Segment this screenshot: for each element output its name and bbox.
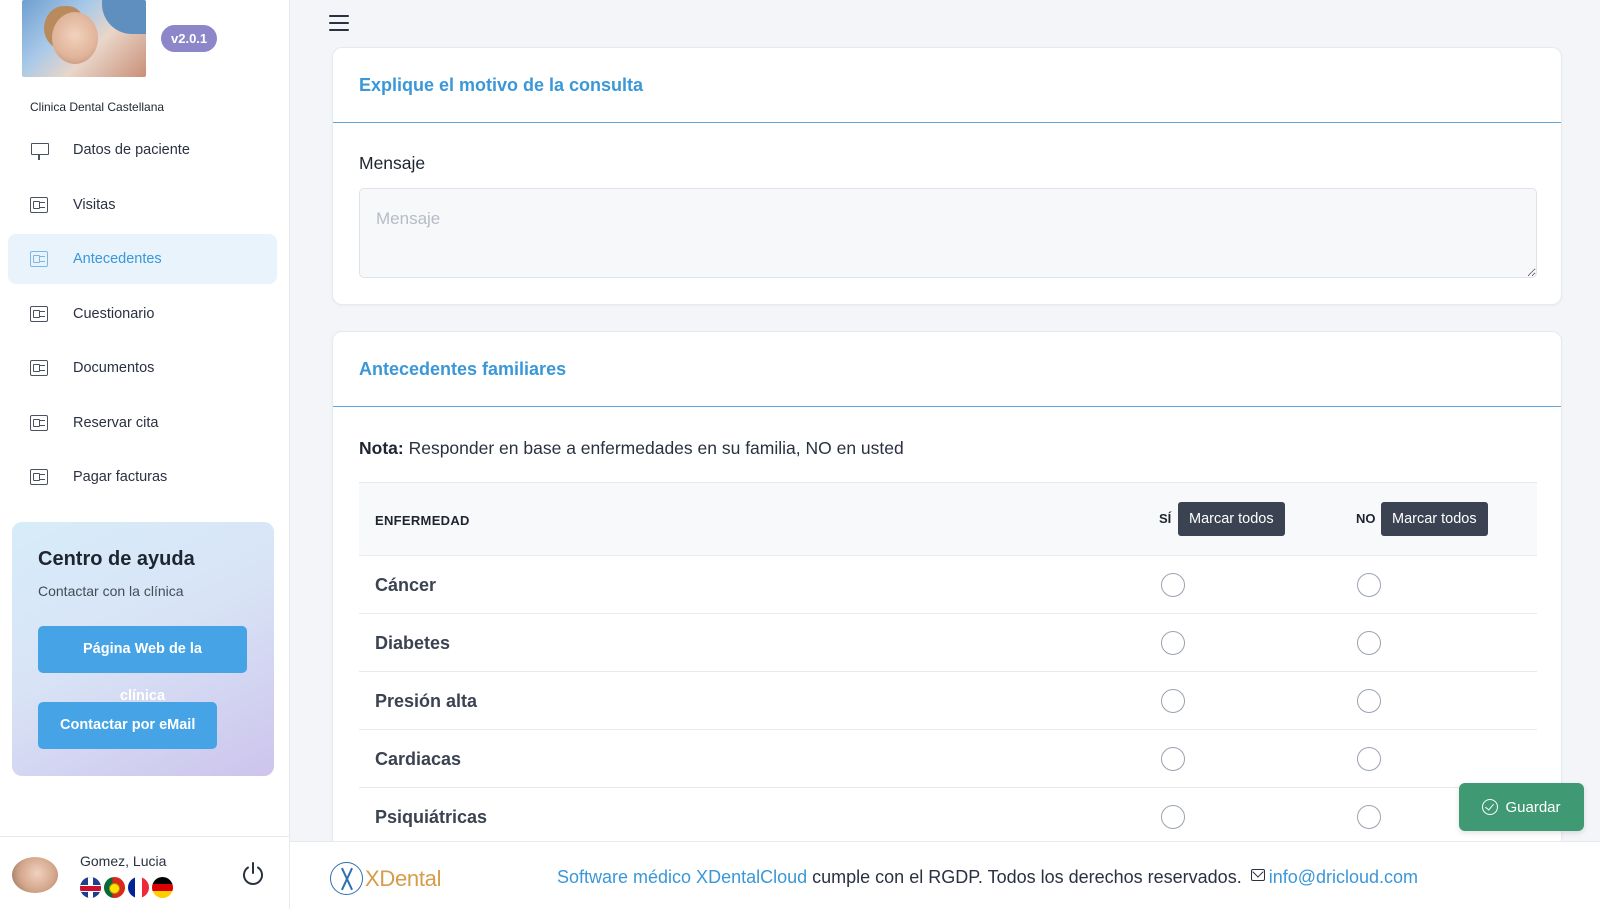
no-radio[interactable] <box>1357 689 1381 713</box>
footer-copyright: cumple con el RGDP. Todos los derechos r… <box>807 867 1242 887</box>
consulta-card-header: Explique el motivo de la consulta <box>333 48 1561 123</box>
gb-flag-icon[interactable] <box>80 877 101 898</box>
yes-radio[interactable] <box>1161 631 1185 655</box>
disease-label: Cardiacas <box>375 749 462 769</box>
id-card-icon <box>30 251 48 267</box>
sidebar-item-datos-paciente[interactable]: Datos de paciente <box>8 125 277 175</box>
xdental-logo: XDental <box>330 862 441 895</box>
language-selector <box>80 877 173 898</box>
no-radio[interactable] <box>1357 631 1381 655</box>
sidebar-item-label: Documentos <box>73 360 155 376</box>
help-center-title: Centro de ayuda <box>38 548 195 570</box>
no-radio[interactable] <box>1357 747 1381 771</box>
contact-email-button[interactable]: Contactar por eMail <box>38 702 218 749</box>
id-card-icon <box>30 414 48 431</box>
sidebar-item-label: Datos de paciente <box>73 142 190 158</box>
familiares-card-header: Antecedentes familiares <box>333 332 1561 407</box>
sidebar-item-documentos[interactable]: Documentos <box>8 343 277 393</box>
mark-all-yes-button[interactable]: Marcar todos <box>1178 502 1285 536</box>
save-label: Guardar <box>1505 798 1561 816</box>
help-center-card: Centro de ayuda Contactar con la clínica… <box>12 522 274 776</box>
power-icon[interactable] <box>240 861 266 887</box>
help-center-subtitle: Contactar con la clínica <box>38 583 184 599</box>
id-card-icon <box>30 196 48 213</box>
xdental-logo-text: XDental <box>365 865 442 891</box>
id-card-icon <box>30 469 48 485</box>
familiares-note: Nota: Responder en base a enfermedades e… <box>359 438 904 459</box>
sidebar-item-reservar-cita[interactable]: Reservar cita <box>8 398 277 448</box>
table-row: Diabetes <box>359 614 1537 672</box>
yes-radio[interactable] <box>1161 689 1185 713</box>
yes-radio[interactable] <box>1161 747 1185 771</box>
column-header-no: NO <box>1356 511 1376 526</box>
sidebar-item-visitas[interactable]: Visitas <box>8 180 277 230</box>
no-radio[interactable] <box>1357 573 1381 597</box>
footer-email-link[interactable]: info@dricloud.com <box>1269 867 1418 887</box>
sidebar-item-pagar-facturas[interactable]: Pagar facturas <box>8 452 277 502</box>
consulta-card: Explique el motivo de la consulta Mensaj… <box>332 47 1562 305</box>
familiares-title: Antecedentes familiares <box>359 358 567 379</box>
message-label: Mensaje <box>359 153 426 173</box>
footer-text: Software médico XDentalCloud cumple con … <box>557 867 1418 888</box>
software-link[interactable]: Software médico XDentalCloud <box>557 867 807 887</box>
sidebar-item-label: Cuestionario <box>73 305 155 322</box>
table-row: Cardiacas <box>359 730 1537 788</box>
table-header: ENFERMEDAD SÍ Marcar todos NO Marcar tod… <box>359 482 1537 556</box>
note-text: Responder en base a enfermedades en su f… <box>403 438 904 458</box>
no-radio[interactable] <box>1357 805 1381 829</box>
column-header-disease: ENFERMEDAD <box>375 513 470 528</box>
save-button[interactable]: Guardar <box>1459 783 1584 831</box>
user-name: Gomez, Lucia <box>80 853 167 869</box>
avatar <box>12 857 58 893</box>
version-badge: v2.0.1 <box>161 25 218 52</box>
clinic-name: Clinica Dental Castellana <box>30 100 165 114</box>
message-input[interactable] <box>359 188 1537 278</box>
clinic-logo-image <box>22 0 146 77</box>
sidebar-item-antecedentes[interactable]: Antecedentes <box>8 234 277 284</box>
note-prefix: Nota: <box>359 438 404 458</box>
disease-label: Diabetes <box>375 633 451 653</box>
disease-label: Psiquiátricas <box>375 807 488 827</box>
pt-flag-icon[interactable] <box>104 877 125 898</box>
sidebar-item-label: Visitas <box>73 196 116 213</box>
sidebar-item-label: Antecedentes <box>73 251 162 267</box>
antecedentes-familiares-card: Antecedentes familiares Nota: Responder … <box>332 331 1562 891</box>
sidebar-item-label: Pagar facturas <box>73 469 168 485</box>
column-header-yes: SÍ <box>1159 511 1172 526</box>
mark-all-no-button[interactable]: Marcar todos <box>1381 502 1488 536</box>
yes-radio[interactable] <box>1161 805 1185 829</box>
user-panel: Gomez, Lucia <box>0 836 290 909</box>
menu-toggle-icon[interactable] <box>329 15 349 31</box>
sidebar-item-cuestionario[interactable]: Cuestionario <box>8 289 277 339</box>
id-card-icon <box>30 360 48 376</box>
mail-icon <box>1250 869 1265 881</box>
table-row: Psiquiátricas <box>359 788 1537 846</box>
disease-label: Cáncer <box>375 575 437 595</box>
consulta-title: Explique el motivo de la consulta <box>359 74 644 95</box>
disease-label: Presión alta <box>375 691 478 711</box>
sidebar: v2.0.1 Clinica Dental Castellana Datos d… <box>0 0 290 909</box>
de-flag-icon[interactable] <box>152 877 173 898</box>
clinic-website-button[interactable]: Página Web de la clínica <box>38 626 247 704</box>
table-row: Presión alta <box>359 672 1537 730</box>
table-row: Cáncer <box>359 556 1537 614</box>
xdental-logo-icon <box>330 862 363 895</box>
footer: XDental Software médico XDentalCloud cum… <box>290 841 1600 909</box>
fr-flag-icon[interactable] <box>128 877 149 898</box>
presentation-board-icon <box>30 142 49 160</box>
check-circle-icon <box>1482 799 1499 815</box>
sidebar-item-label: Reservar cita <box>73 414 159 431</box>
diseases-table: ENFERMEDAD SÍ Marcar todos NO Marcar tod… <box>359 482 1537 846</box>
yes-radio[interactable] <box>1161 573 1185 597</box>
id-card-icon <box>30 305 48 322</box>
sidebar-nav: Datos de paciente Visitas Antecedentes C… <box>8 125 277 507</box>
